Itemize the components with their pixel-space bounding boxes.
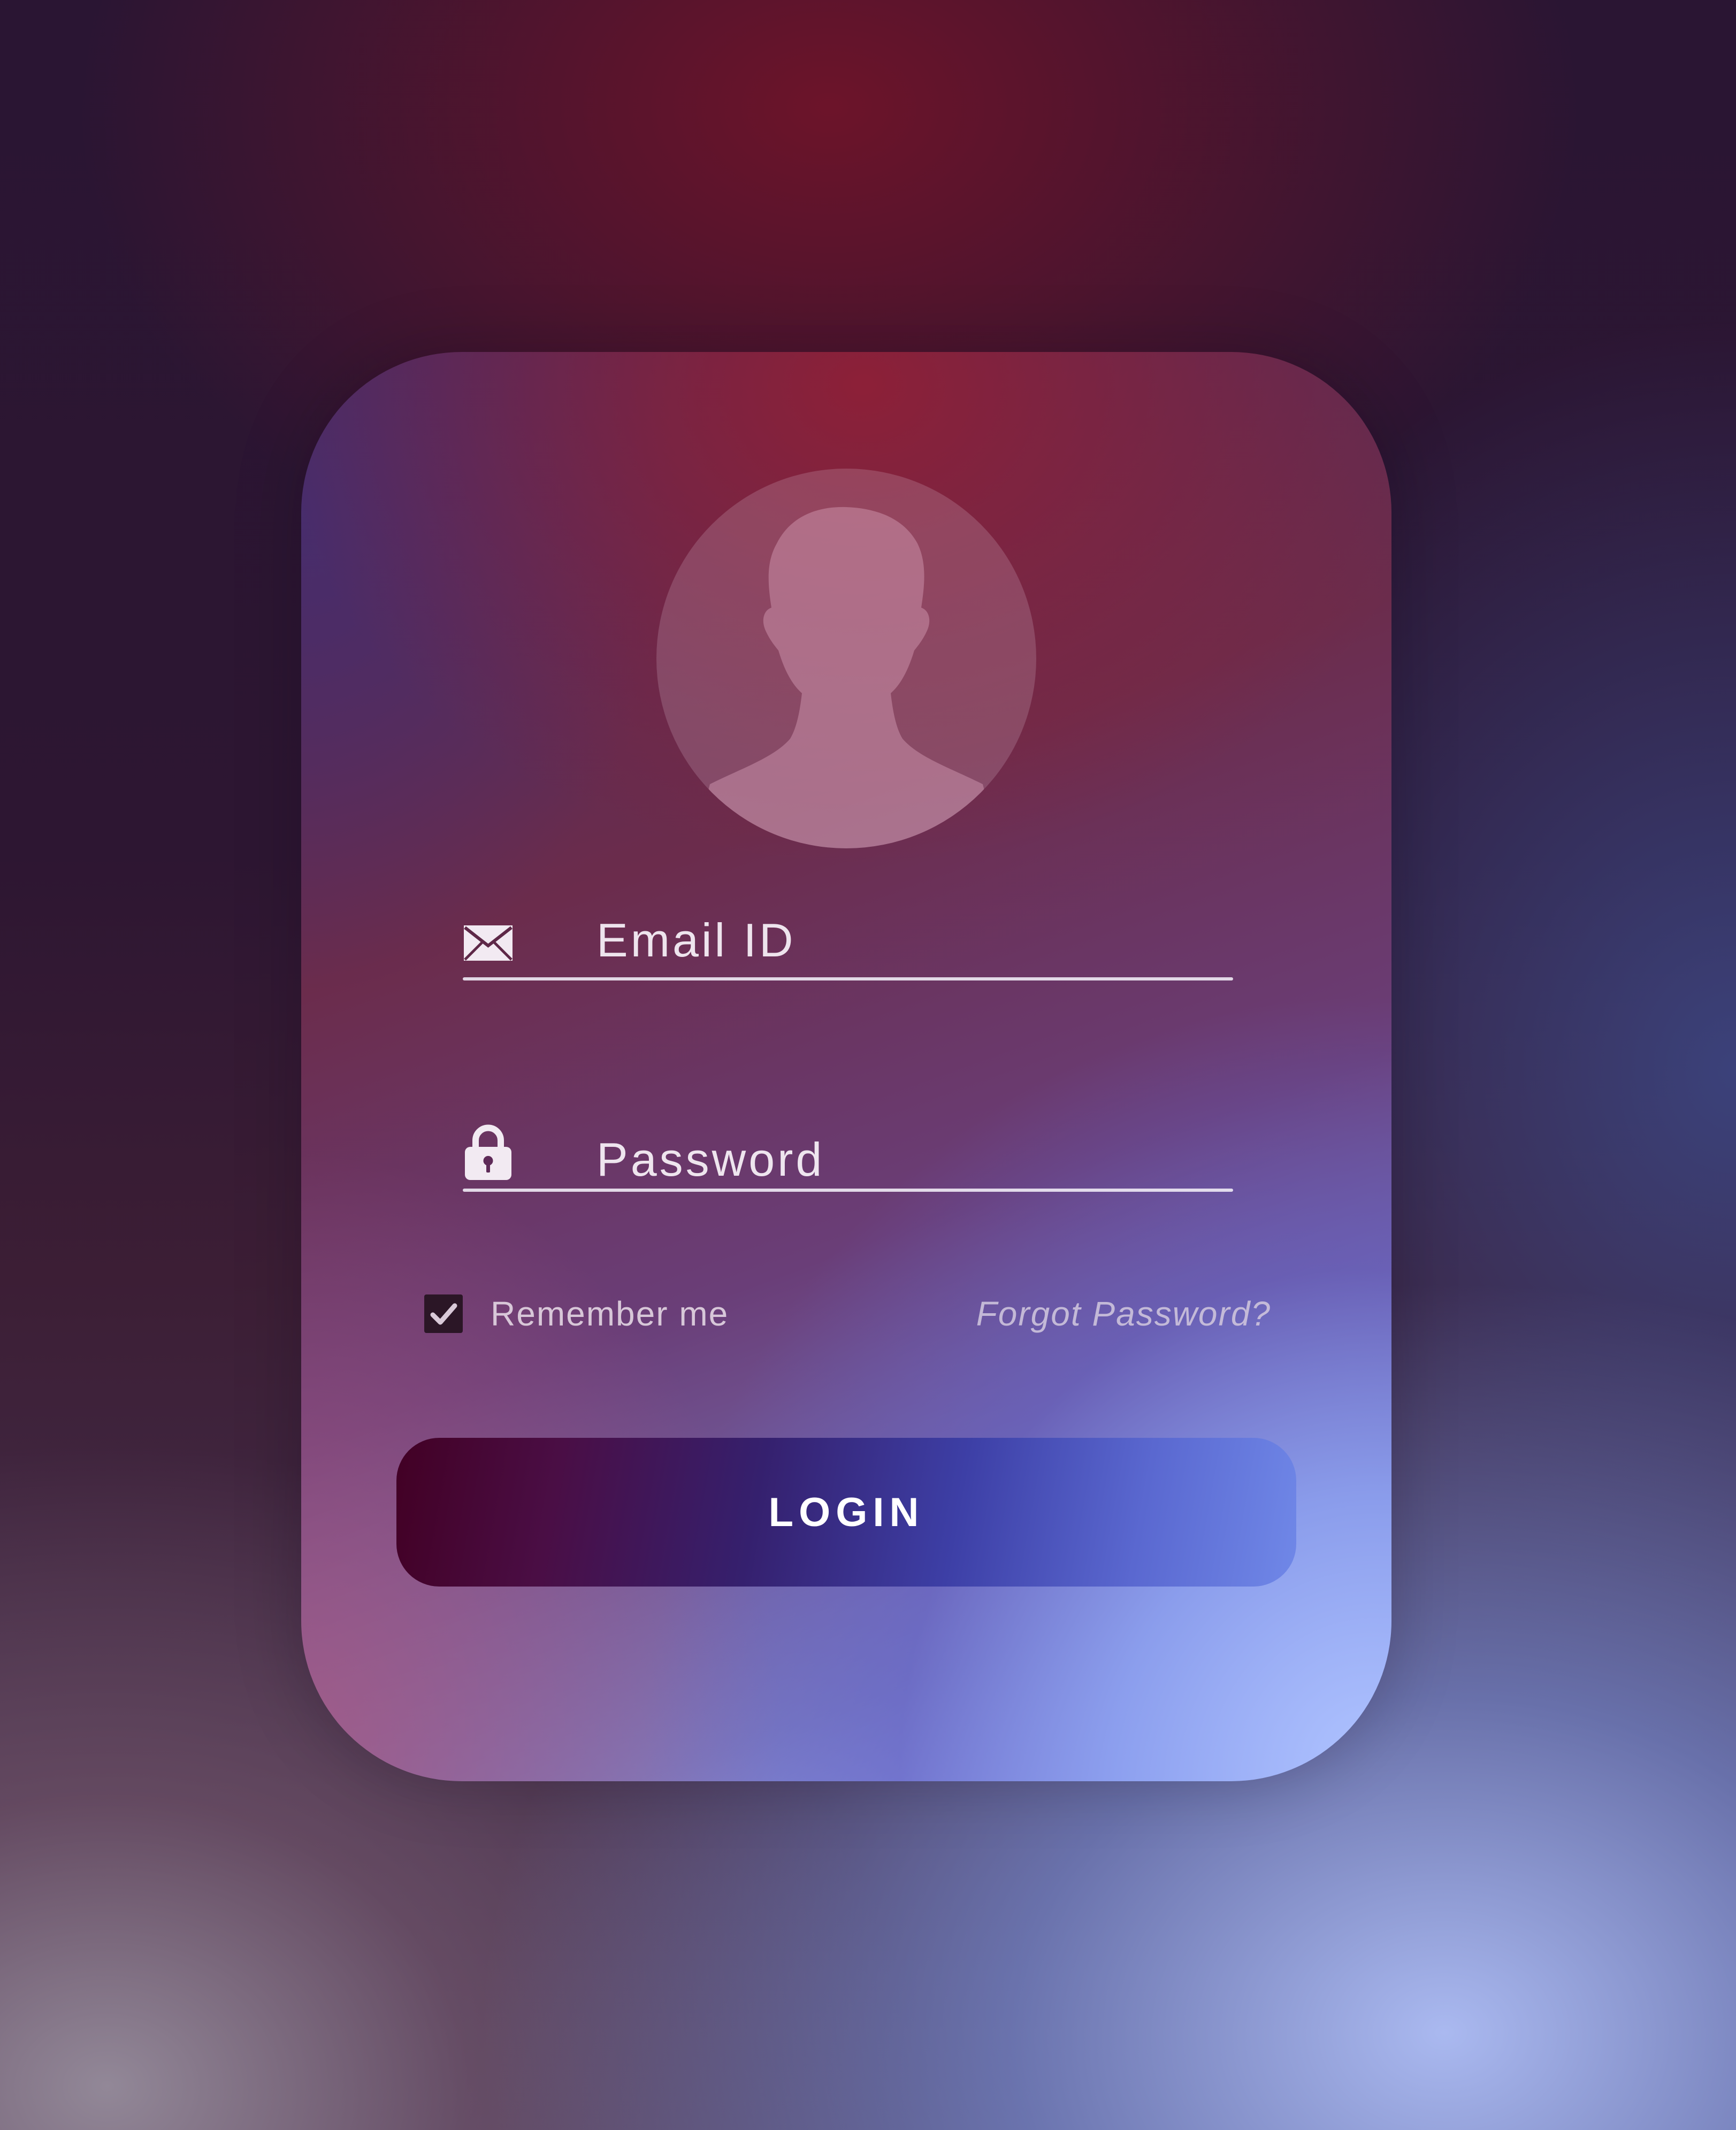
login-button-label: LOGIN <box>768 1489 924 1535</box>
login-card: Email ID Password Remember me Forgot Pas… <box>301 352 1391 1781</box>
forgot-password-link[interactable]: Forgot Password? <box>976 1292 1271 1335</box>
user-silhouette-icon <box>694 507 999 848</box>
email-field[interactable]: Email ID <box>463 887 1233 980</box>
login-button[interactable]: LOGIN <box>396 1438 1296 1587</box>
password-input[interactable]: Password <box>596 1133 1228 1186</box>
avatar <box>656 469 1036 848</box>
page-background: Email ID Password Remember me Forgot Pas… <box>0 0 1736 2130</box>
remember-me[interactable]: Remember me <box>424 1292 729 1335</box>
email-underline <box>463 977 1233 980</box>
lock-icon <box>463 1122 514 1181</box>
email-input[interactable]: Email ID <box>596 914 1228 967</box>
envelope-icon <box>463 924 514 962</box>
checkmark-icon <box>430 1303 457 1325</box>
password-field[interactable]: Password <box>463 1085 1233 1192</box>
remember-checkbox[interactable] <box>424 1294 463 1333</box>
remember-label: Remember me <box>491 1294 729 1333</box>
password-underline <box>463 1189 1233 1192</box>
